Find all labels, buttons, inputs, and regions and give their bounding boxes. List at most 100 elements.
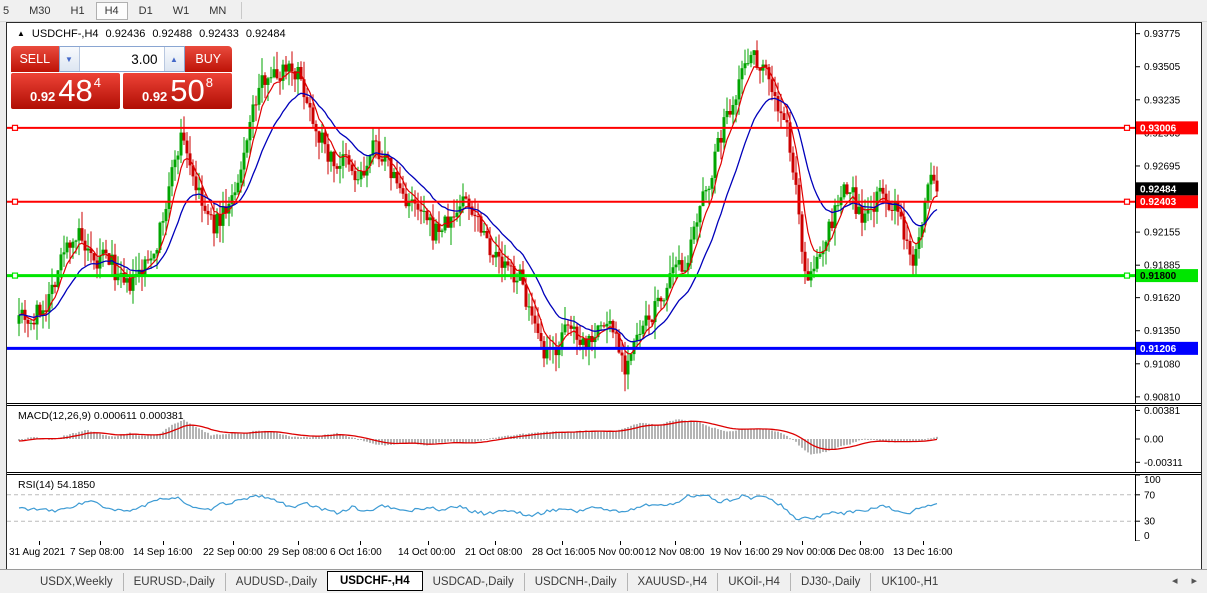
tab-scroll-arrows: ◂▸	[1172, 574, 1197, 587]
rsi-indicator-label: RSI(14) 54.1850	[18, 479, 95, 491]
time-tick	[802, 541, 803, 545]
timeframe-button-5[interactable]: 5	[0, 2, 18, 20]
svg-text:0.92695: 0.92695	[1144, 161, 1181, 172]
time-tick	[740, 541, 741, 545]
time-tick	[163, 541, 164, 545]
timeframe-toolbar: 5M30H1H4D1W1MN	[0, 0, 1207, 22]
ohlc-low: 0.92433	[199, 28, 239, 40]
svg-text:0.93235: 0.93235	[1144, 95, 1181, 106]
macd-panel[interactable]: 0.00381 0.00 -0.00311	[7, 406, 1199, 472]
svg-text:100: 100	[1144, 475, 1161, 486]
time-axis-label: 21 Oct 08:00	[465, 547, 522, 558]
svg-text:0.91206: 0.91206	[1140, 344, 1177, 355]
sell-price-pip: 4	[94, 73, 101, 90]
svg-text:70: 70	[1144, 490, 1156, 501]
sell-price-tile[interactable]: 0.92 48 4	[11, 73, 120, 109]
time-tick	[675, 541, 676, 545]
symbol-marker-icon: ▲	[17, 30, 25, 38]
sell-button[interactable]: SELL	[11, 46, 59, 72]
chart-tab-xauusd-h4[interactable]: XAUUSD-,H4	[627, 573, 718, 591]
time-axis-label: 5 Nov 00:00	[590, 547, 644, 558]
time-axis[interactable]: 31 Aug 2021 7 Sep 08:00 14 Sep 16:00 22 Sep…	[7, 541, 1201, 567]
time-tick	[233, 541, 234, 545]
mt4-terminal: { "toolbar": { "timeframes": [ {"label":…	[0, 0, 1207, 593]
time-axis-label: 14 Oct 00:00	[398, 547, 455, 558]
svg-text:0.90810: 0.90810	[1144, 392, 1181, 403]
chart-tab-eurusd-daily[interactable]: EURUSD-,Daily	[123, 573, 225, 591]
time-axis-label: 19 Nov 16:00	[710, 547, 770, 558]
time-tick	[100, 541, 101, 545]
chart-tab-usdchf-h4[interactable]: USDCHF-,H4	[327, 571, 423, 591]
time-axis-label: 12 Nov 08:00	[645, 547, 705, 558]
volume-increase-button[interactable]: ▲	[164, 47, 184, 71]
tab-scroll-left-icon[interactable]: ◂	[1172, 574, 1178, 587]
chart-symbol-label: USDCHF-,H4	[32, 28, 99, 40]
timeframe-button-w1[interactable]: W1	[164, 2, 199, 20]
time-axis-label: 6 Dec 08:00	[830, 547, 884, 558]
svg-text:0.00: 0.00	[1144, 435, 1164, 446]
svg-text:0.93775: 0.93775	[1144, 29, 1181, 40]
chart-tab-audusd-daily[interactable]: AUDUSD-,Daily	[225, 573, 327, 591]
svg-text:0.92484: 0.92484	[1140, 184, 1177, 195]
chart-window: ▲ USDCHF-,H4 0.92436 0.92488 0.92433 0.9…	[6, 22, 1202, 570]
time-axis-label: 6 Oct 16:00	[330, 547, 382, 558]
time-tick	[39, 541, 40, 545]
svg-text:0.92403: 0.92403	[1140, 197, 1177, 208]
volume-decrease-button[interactable]: ▼	[60, 47, 80, 71]
svg-text:0.93006: 0.93006	[1140, 123, 1177, 134]
svg-text:0.00381: 0.00381	[1144, 406, 1181, 417]
time-axis-label: 13 Dec 16:00	[893, 547, 953, 558]
time-axis-label: 14 Sep 16:00	[133, 547, 193, 558]
time-axis-label: 28 Oct 16:00	[532, 547, 589, 558]
buy-price-big: 50	[170, 74, 204, 108]
svg-text:0.91620: 0.91620	[1144, 293, 1181, 304]
volume-input[interactable]	[80, 47, 164, 71]
time-axis-label: 22 Sep 00:00	[203, 547, 263, 558]
chart-tab-bar: USDX,WeeklyEURUSD-,DailyAUDUSD-,DailyUSD…	[0, 569, 1207, 593]
chart-tab-usdx-weekly[interactable]: USDX,Weekly	[30, 573, 123, 591]
svg-text:0: 0	[1144, 531, 1150, 541]
tab-scroll-right-icon[interactable]: ▸	[1191, 574, 1197, 587]
buy-price-tile[interactable]: 0.92 50 8	[123, 73, 232, 109]
time-tick	[360, 541, 361, 545]
macd-indicator-label: MACD(12,26,9) 0.000611 0.000381	[18, 410, 184, 422]
time-axis-label: 31 Aug 2021	[9, 547, 65, 558]
toolbar-separator	[241, 2, 242, 19]
sell-price-big: 48	[58, 74, 92, 108]
svg-text:0.93505: 0.93505	[1144, 62, 1181, 73]
chart-tab-dj30-daily[interactable]: DJ30-,Daily	[790, 573, 870, 591]
time-axis-label: 7 Sep 08:00	[70, 547, 124, 558]
svg-text:0.91800: 0.91800	[1140, 271, 1177, 282]
one-click-trading-panel: SELL ▼ ▲ BUY 0.92 48 4 0.92 50 8	[11, 46, 232, 109]
time-tick	[923, 541, 924, 545]
chart-tab-ukoil-h4[interactable]: UKOil-,H4	[717, 573, 790, 591]
sell-price-prefix: 0.92	[30, 89, 55, 109]
time-axis-label: 29 Nov 00:00	[772, 547, 832, 558]
time-tick	[495, 541, 496, 545]
timeframe-button-d1[interactable]: D1	[130, 2, 162, 20]
buy-price-prefix: 0.92	[142, 89, 167, 109]
chart-title: ▲ USDCHF-,H4 0.92436 0.92488 0.92433 0.9…	[17, 28, 286, 40]
chart-tab-uk100-h1[interactable]: UK100-,H1	[870, 573, 948, 591]
time-axis-label: 29 Sep 08:00	[268, 547, 328, 558]
svg-text:0.91350: 0.91350	[1144, 326, 1181, 337]
timeframe-button-h1[interactable]: H1	[62, 2, 94, 20]
svg-text:0.92155: 0.92155	[1144, 228, 1181, 239]
timeframe-button-m30[interactable]: M30	[20, 2, 59, 20]
buy-price-pip: 8	[206, 73, 213, 90]
chart-tab-usdcad-daily[interactable]: USDCAD-,Daily	[423, 573, 524, 591]
ohlc-close: 0.92484	[246, 28, 286, 40]
svg-text:-0.00311: -0.00311	[1144, 458, 1183, 469]
timeframe-button-h4[interactable]: H4	[96, 2, 128, 20]
time-tick	[562, 541, 563, 545]
timeframe-button-mn[interactable]: MN	[200, 2, 235, 20]
rsi-panel[interactable]: 10070300	[7, 475, 1199, 541]
ohlc-open: 0.92436	[106, 28, 146, 40]
time-tick	[620, 541, 621, 545]
buy-button[interactable]: BUY	[185, 46, 233, 72]
time-tick	[860, 541, 861, 545]
volume-group: ▼ ▲	[59, 46, 185, 72]
chart-tab-usdcnh-daily[interactable]: USDCNH-,Daily	[524, 573, 627, 591]
svg-text:0.91080: 0.91080	[1144, 359, 1181, 370]
ohlc-high: 0.92488	[152, 28, 192, 40]
